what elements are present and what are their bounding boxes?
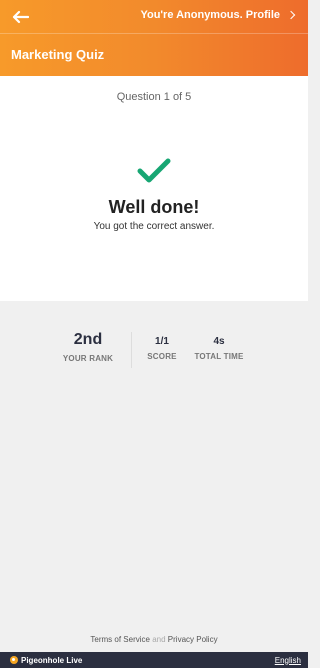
time-label: TOTAL TIME [194, 352, 244, 361]
quiz-result-page: You're Anonymous. Profile Marketing Quiz… [0, 0, 308, 668]
result-headline: Well done! [108, 197, 200, 217]
rank-value: 2nd [73, 331, 103, 348]
language-link[interactable]: English [275, 656, 301, 665]
legal-and: and [152, 635, 166, 644]
legal-links: Terms of Service and Privacy Policy [0, 635, 308, 644]
arrow-left-icon [12, 10, 29, 24]
result-message: You got the correct answer. [93, 221, 215, 232]
anonymous-text: You're Anonymous. Profile [140, 9, 280, 21]
footer-bar: Pigeonhole Live English [0, 652, 308, 668]
terms-link[interactable]: Terms of Service [90, 635, 150, 644]
score-label: SCORE [147, 352, 177, 361]
stats-panel: 2nd YOUR RANK 1/1 SCORE 4s TOTAL TIME [0, 330, 308, 370]
pigeonhole-logo-icon [10, 656, 18, 664]
profile-link[interactable]: You're Anonymous. Profile [140, 9, 296, 21]
question-counter: Question 1 of 5 [116, 91, 192, 103]
time-value: 4s [213, 336, 225, 347]
chevron-right-icon [286, 10, 296, 20]
brand-name: Pigeonhole Live [21, 655, 83, 665]
rank-label: YOUR RANK [62, 354, 114, 363]
score-value: 1/1 [155, 336, 169, 347]
brand[interactable]: Pigeonhole Live [10, 656, 82, 665]
checkmark-icon [137, 158, 171, 183]
rank-stat: 2nd YOUR RANK [56, 330, 120, 363]
stats-divider [131, 332, 132, 368]
time-stat: 4s TOTAL TIME [188, 336, 250, 361]
score-stat: 1/1 SCORE [142, 336, 182, 361]
header-divider [0, 33, 308, 34]
back-button[interactable] [8, 6, 32, 28]
privacy-link[interactable]: Privacy Policy [168, 635, 218, 644]
quiz-title: Marketing Quiz [11, 47, 105, 62]
result-card: Question 1 of 5 Well done! You got the c… [0, 76, 308, 301]
app-header: You're Anonymous. Profile Marketing Quiz [0, 0, 308, 76]
